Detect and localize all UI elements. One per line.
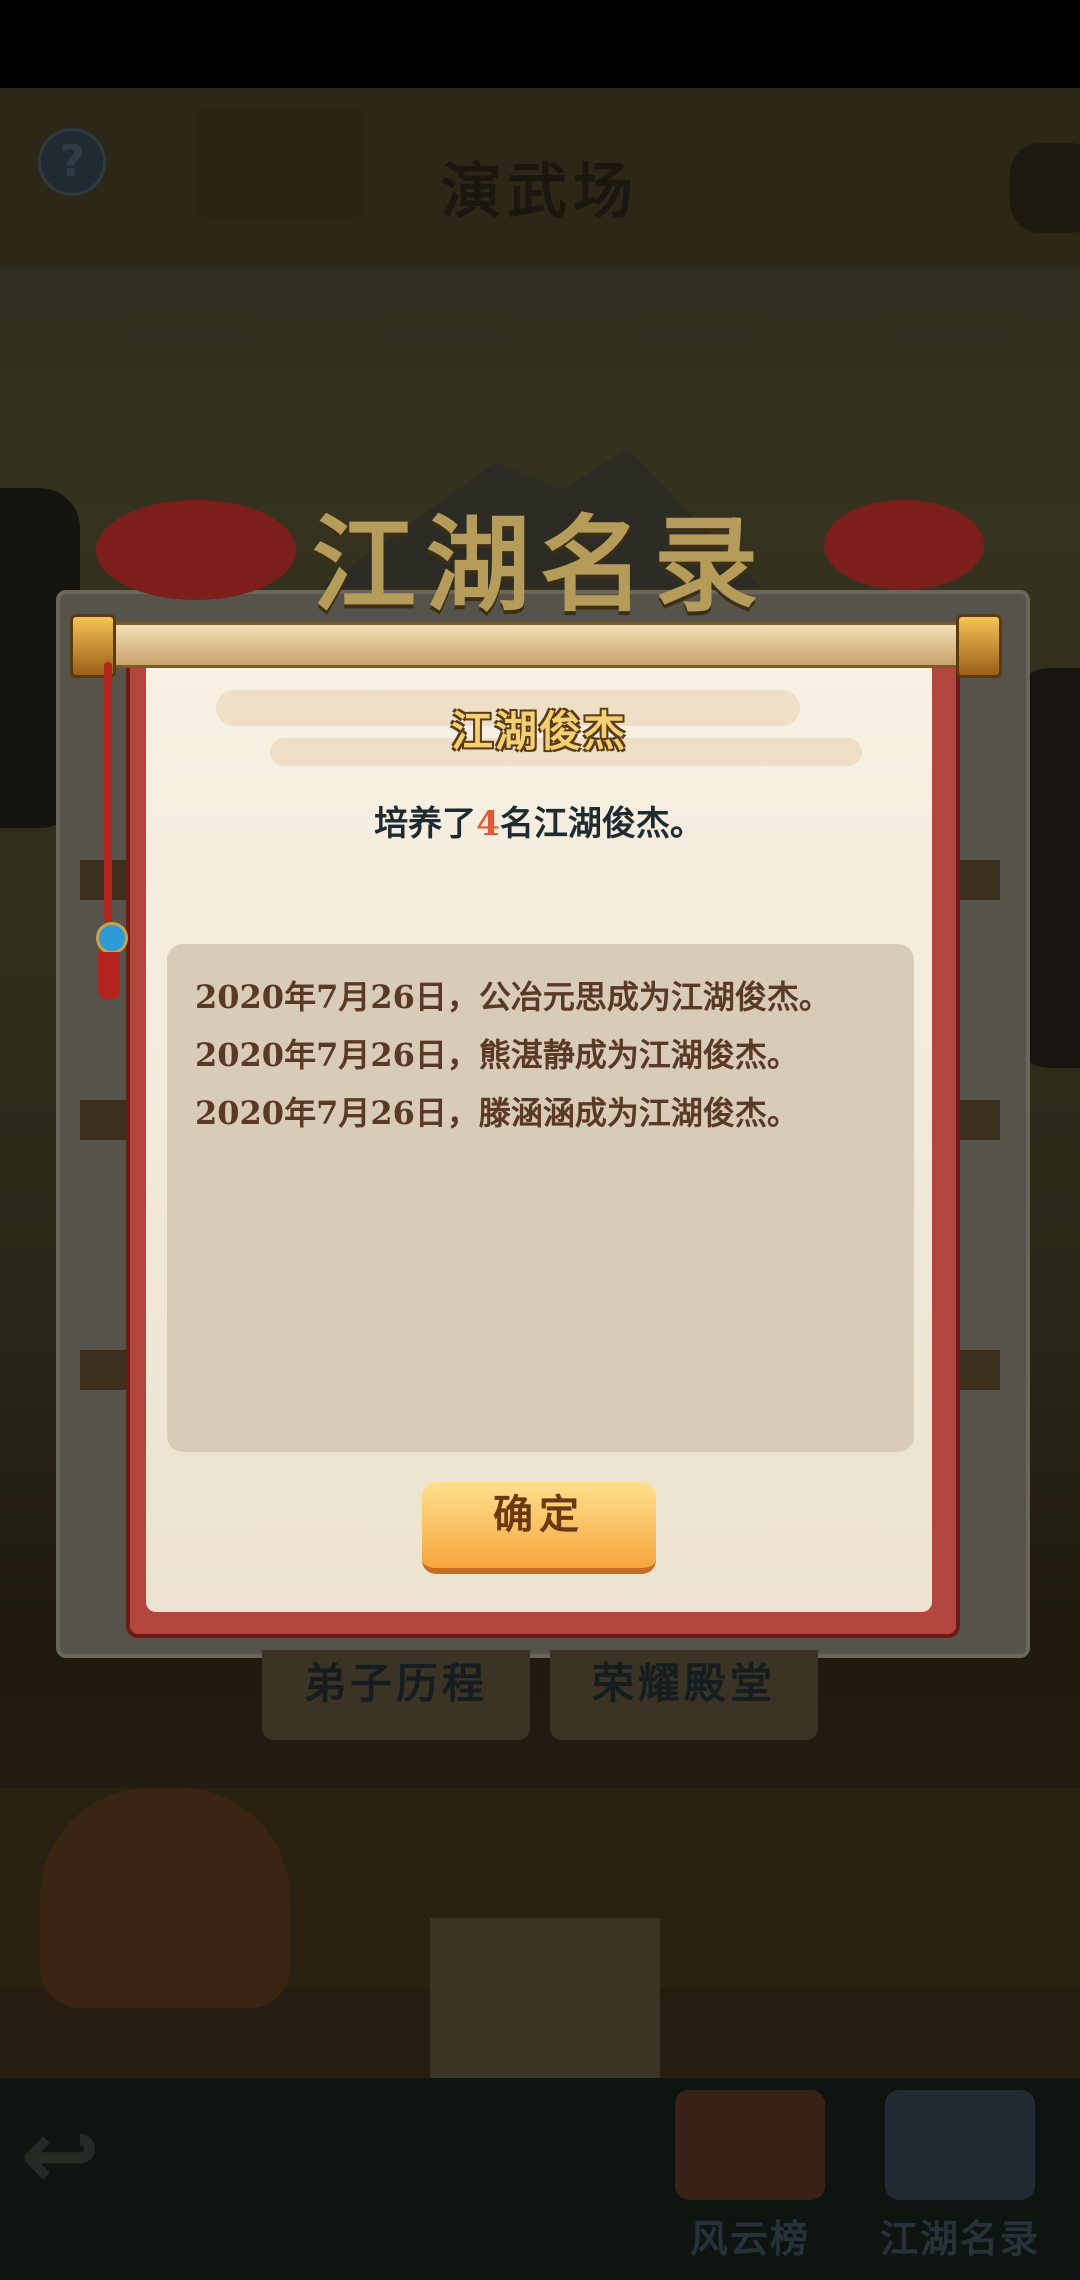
menu-button[interactable]	[1010, 143, 1080, 233]
summary-text: 培养了4名江湖俊杰。	[146, 796, 932, 845]
records-list: 2020年7月26日，公冶元思成为江湖俊杰。 2020年7月26日，熊湛静成为江…	[167, 944, 914, 1452]
nav-directory-button[interactable]: 江湖名录	[870, 2090, 1050, 2270]
tassel-end	[98, 952, 120, 1000]
ranking-scroll-icon	[675, 2090, 825, 2200]
nav-ranking-label: 风云榜	[689, 2217, 810, 2261]
banner-title: 江湖名录	[311, 503, 768, 626]
confirm-button[interactable]: 确定	[422, 1482, 656, 1574]
directory-tabs: 弟子历程 荣耀殿堂	[262, 1650, 818, 1740]
summary-prefix: 培养了	[374, 804, 477, 844]
tab-hall-of-honor[interactable]: 荣耀殿堂	[550, 1650, 818, 1740]
tassel-bead-icon	[96, 922, 128, 954]
scene-title: 演武场	[441, 157, 639, 227]
book-icon	[885, 2090, 1035, 2200]
scroll-rod-cap-right	[956, 614, 1002, 678]
section-title: 江湖俊杰	[450, 707, 627, 756]
character-figure	[40, 1788, 290, 2008]
tassel-cord	[104, 662, 112, 922]
nav-ranking-button[interactable]: 风云榜	[660, 2090, 840, 2270]
nav-directory-label: 江湖名录	[879, 2217, 1040, 2261]
directory-banner: 江湖名录	[96, 470, 984, 626]
scroll-rod	[84, 622, 998, 668]
top-bar: ? 演武场	[0, 88, 1080, 268]
list-item: 2020年7月26日，滕涵涵成为江湖俊杰。	[195, 1094, 799, 1132]
list-item: 2020年7月26日，熊湛静成为江湖俊杰。	[195, 1036, 799, 1074]
list-item: 2020年7月26日，公冶元思成为江湖俊杰。	[195, 978, 831, 1016]
summary-count: 4	[476, 804, 500, 844]
tab-disciple-history[interactable]: 弟子历程	[262, 1650, 530, 1740]
back-arrow-icon[interactable]: ↩	[20, 2107, 130, 2203]
summary-suffix: 名江湖俊杰。	[499, 804, 704, 844]
